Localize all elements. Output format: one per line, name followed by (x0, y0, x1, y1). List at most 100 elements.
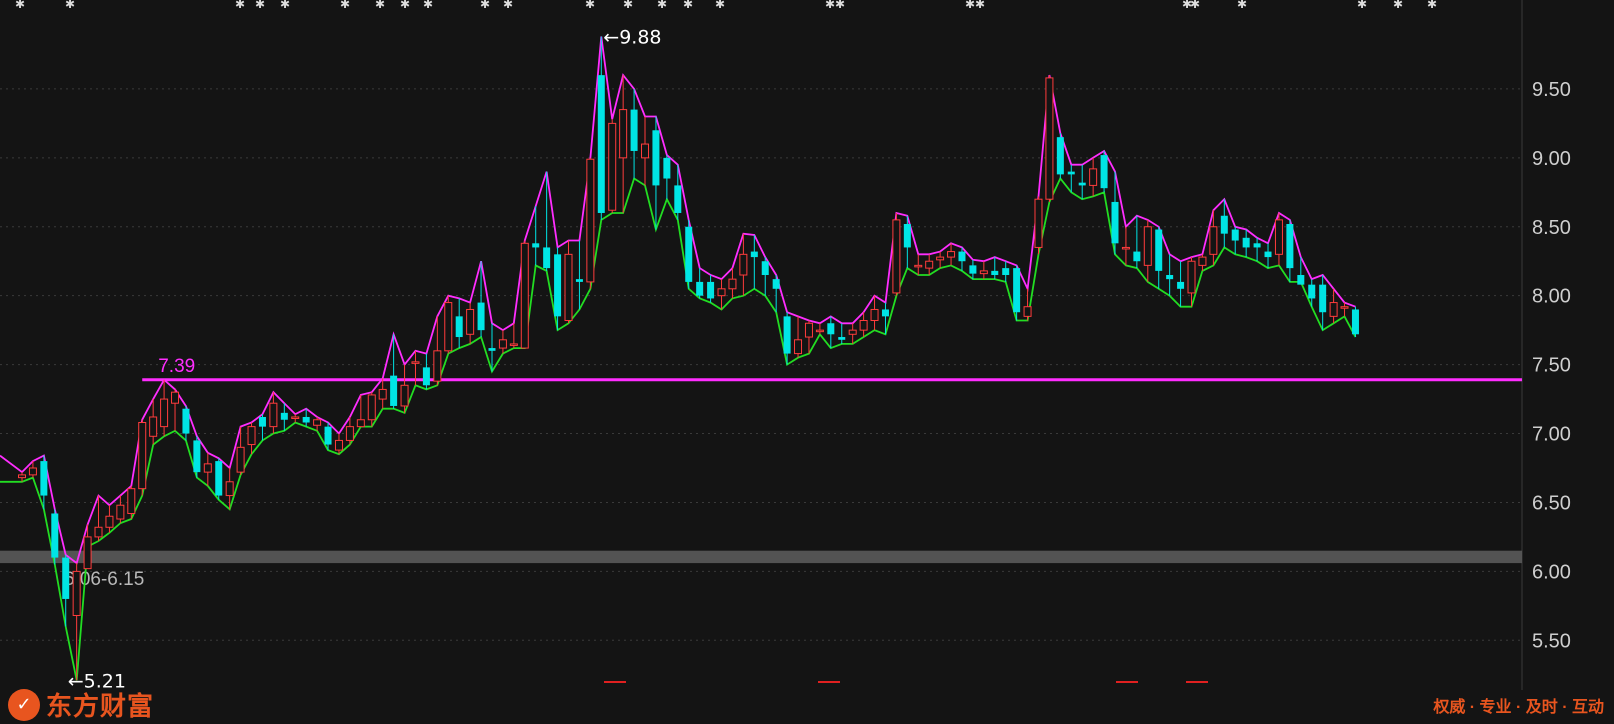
candle-body (685, 226, 693, 282)
candle-body (728, 278, 737, 290)
candle-body (171, 391, 180, 404)
candle-body (94, 526, 103, 538)
candle-body (509, 343, 518, 346)
candle-body (280, 412, 288, 420)
signal-marker: ✱ (623, 0, 633, 11)
candle-body (969, 265, 977, 274)
candle-body (936, 256, 945, 261)
signal-marker: ✱ (480, 0, 490, 11)
signal-marker: ✱ (835, 0, 845, 11)
candle-body (750, 251, 758, 258)
candle-body (1209, 226, 1218, 255)
candle-body (892, 219, 901, 294)
y-tick-label: 9.50 (1532, 79, 1571, 101)
candle-body (652, 130, 660, 186)
candle-body (1274, 219, 1283, 255)
candle-body (1067, 171, 1075, 175)
candle-body (1121, 246, 1130, 250)
candle-body (411, 361, 420, 364)
upper-band-line (0, 36, 1356, 565)
candle-body (804, 322, 813, 338)
candle-body (193, 440, 201, 473)
candle-body (1166, 275, 1174, 280)
y-tick-label: 7.00 (1532, 424, 1571, 446)
candle-body (1013, 268, 1021, 313)
candle-body (258, 416, 266, 427)
candle-body (520, 242, 529, 349)
signal-marker: ✱ (1190, 0, 1200, 11)
y-tick-label: 8.50 (1532, 217, 1571, 239)
candle-body (783, 316, 791, 354)
support-zone (0, 550, 1522, 564)
candle-body (848, 329, 857, 335)
candle-body (554, 254, 562, 317)
candle-body (991, 270, 999, 276)
candle-body (1242, 237, 1250, 248)
candle-body (367, 394, 376, 421)
candle-body (707, 281, 715, 299)
candle-body (203, 463, 212, 473)
candle-body (1089, 168, 1098, 186)
candle-body (1187, 260, 1196, 294)
candle-body (247, 426, 256, 446)
signal-marker: ✱ (965, 0, 975, 11)
candle-body (586, 158, 595, 283)
candle-body (236, 446, 245, 473)
candle-body (1078, 182, 1086, 186)
candle-body (105, 515, 114, 528)
candle-body (138, 422, 147, 490)
candle-body (269, 402, 278, 428)
candle-body (51, 513, 59, 558)
signal-marker: ✱ (1357, 0, 1367, 11)
candle-body (619, 109, 628, 159)
candle-body (1329, 302, 1338, 317)
candle-body (1133, 251, 1141, 262)
candle-body (597, 75, 605, 213)
candle-body (400, 384, 409, 407)
brand-slogan: 权威 · 专业 · 及时 · 互动 (1433, 699, 1604, 716)
candle-body (1056, 137, 1064, 175)
candle-body (455, 316, 463, 338)
candle-body (925, 260, 934, 269)
signal-marker: ✱ (825, 0, 835, 11)
candle-body (160, 398, 169, 428)
candle-body (345, 426, 354, 441)
candle-body (827, 323, 835, 335)
y-tick-label: 6.50 (1532, 492, 1571, 514)
candle-body (72, 570, 81, 616)
candle-body (116, 504, 125, 520)
candle-body (958, 251, 966, 262)
candle-body (498, 339, 507, 349)
candle-body (696, 281, 704, 296)
candle-body (564, 253, 573, 321)
signal-marker: ✱ (340, 0, 350, 11)
candle-body (870, 308, 879, 321)
candle-body (663, 157, 671, 179)
candle-body (215, 461, 223, 496)
candle-body (761, 261, 769, 276)
signal-marker: ✱ (1237, 0, 1247, 11)
signal-marker: ✱ (423, 0, 433, 11)
candle-body (334, 439, 343, 451)
candle-body (1002, 268, 1010, 276)
candle-body (1111, 201, 1119, 244)
candle-body (630, 109, 638, 151)
candle-body (1045, 77, 1054, 200)
candle-body (40, 461, 48, 496)
candle-body (717, 288, 726, 297)
candle-body (18, 474, 26, 479)
signal-marker: ✱ (715, 0, 725, 11)
candle-body (532, 243, 540, 248)
candle-body (641, 143, 650, 159)
candle-body (772, 279, 780, 289)
candle-body (1155, 229, 1163, 271)
candle-body (794, 339, 803, 355)
candle-body (422, 367, 430, 386)
candle-body (182, 408, 190, 434)
brand-name: 东方财富 (46, 691, 155, 721)
candle-body (575, 279, 583, 282)
signal-marker: ✱ (503, 0, 513, 11)
candle-body (1220, 215, 1228, 234)
candle-body (1177, 281, 1185, 289)
candle-body (1286, 224, 1294, 269)
